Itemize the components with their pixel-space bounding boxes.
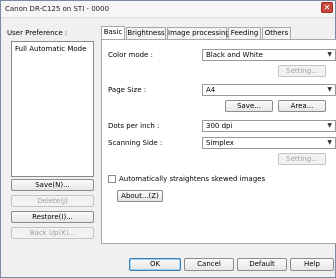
basic-panel: Color mode : Black and White ▼ Setting..… — [101, 39, 336, 244]
about-button[interactable]: About...(Z) — [117, 190, 163, 202]
chevron-down-icon: ▼ — [327, 122, 332, 129]
straighten-checkbox[interactable] — [108, 175, 116, 183]
dpi-select[interactable]: 300 dpi ▼ — [202, 120, 336, 132]
chevron-down-icon: ▼ — [327, 86, 332, 93]
title-bar[interactable]: Canon DR-C125 on STI - 0000 ✕ — [1, 1, 335, 18]
restore-profile-button[interactable]: Restore(I)... — [11, 211, 94, 223]
chevron-down-icon: ▼ — [327, 51, 332, 58]
tab-feeding[interactable]: Feeding — [228, 27, 261, 39]
page-size-area-button[interactable]: Area... — [278, 100, 326, 112]
close-icon: ✕ — [323, 3, 331, 12]
tab-basic[interactable]: Basic — [101, 26, 125, 39]
window-title: Canon DR-C125 on STI - 0000 — [5, 5, 110, 13]
user-preference-list[interactable]: Full Automatic Mode — [11, 41, 94, 177]
backup-profile-button[interactable]: Back Up(K)... — [11, 227, 94, 239]
scanning-side-select[interactable]: Simplex ▼ — [202, 137, 336, 149]
cancel-button[interactable]: Cancel — [184, 258, 234, 271]
page-size-label: Page Size : — [108, 86, 147, 94]
scanning-side-value: Simplex — [206, 139, 234, 147]
help-button[interactable]: Help — [290, 258, 334, 271]
color-mode-setting-button[interactable]: Setting... — [278, 65, 326, 77]
page-size-value: A4 — [206, 86, 216, 94]
default-button[interactable]: Default — [237, 258, 287, 271]
tab-others[interactable]: Others — [262, 27, 291, 39]
dpi-value: 300 dpi — [206, 122, 233, 130]
delete-profile-button[interactable]: Delete(J) — [11, 195, 94, 207]
dpi-label: Dots per inch : — [108, 122, 160, 130]
user-preference-label: User Preference : — [7, 29, 68, 37]
scanning-side-label: Scanning Side : — [108, 139, 163, 147]
scanning-side-setting-button[interactable]: Setting... — [278, 153, 326, 165]
straighten-label: Automatically straightens skewed images — [119, 175, 266, 183]
profile-item-full-automatic[interactable]: Full Automatic Mode — [15, 45, 86, 53]
page-size-select[interactable]: A4 ▼ — [202, 84, 336, 96]
tab-brightness[interactable]: Brightness — [126, 27, 166, 39]
close-button[interactable]: ✕ — [321, 2, 333, 13]
tab-image-processing[interactable]: Image processing — [167, 27, 230, 39]
chevron-down-icon: ▼ — [327, 139, 332, 146]
color-mode-value: Black and White — [206, 51, 263, 59]
color-mode-label: Color mode : — [108, 51, 153, 59]
save-profile-button[interactable]: Save(N)... — [11, 179, 94, 191]
ok-button[interactable]: OK — [129, 258, 181, 271]
color-mode-select[interactable]: Black and White ▼ — [202, 49, 336, 61]
scanner-settings-window: Canon DR-C125 on STI - 0000 ✕ User Prefe… — [0, 0, 336, 278]
page-size-save-button[interactable]: Save... — [225, 100, 273, 112]
